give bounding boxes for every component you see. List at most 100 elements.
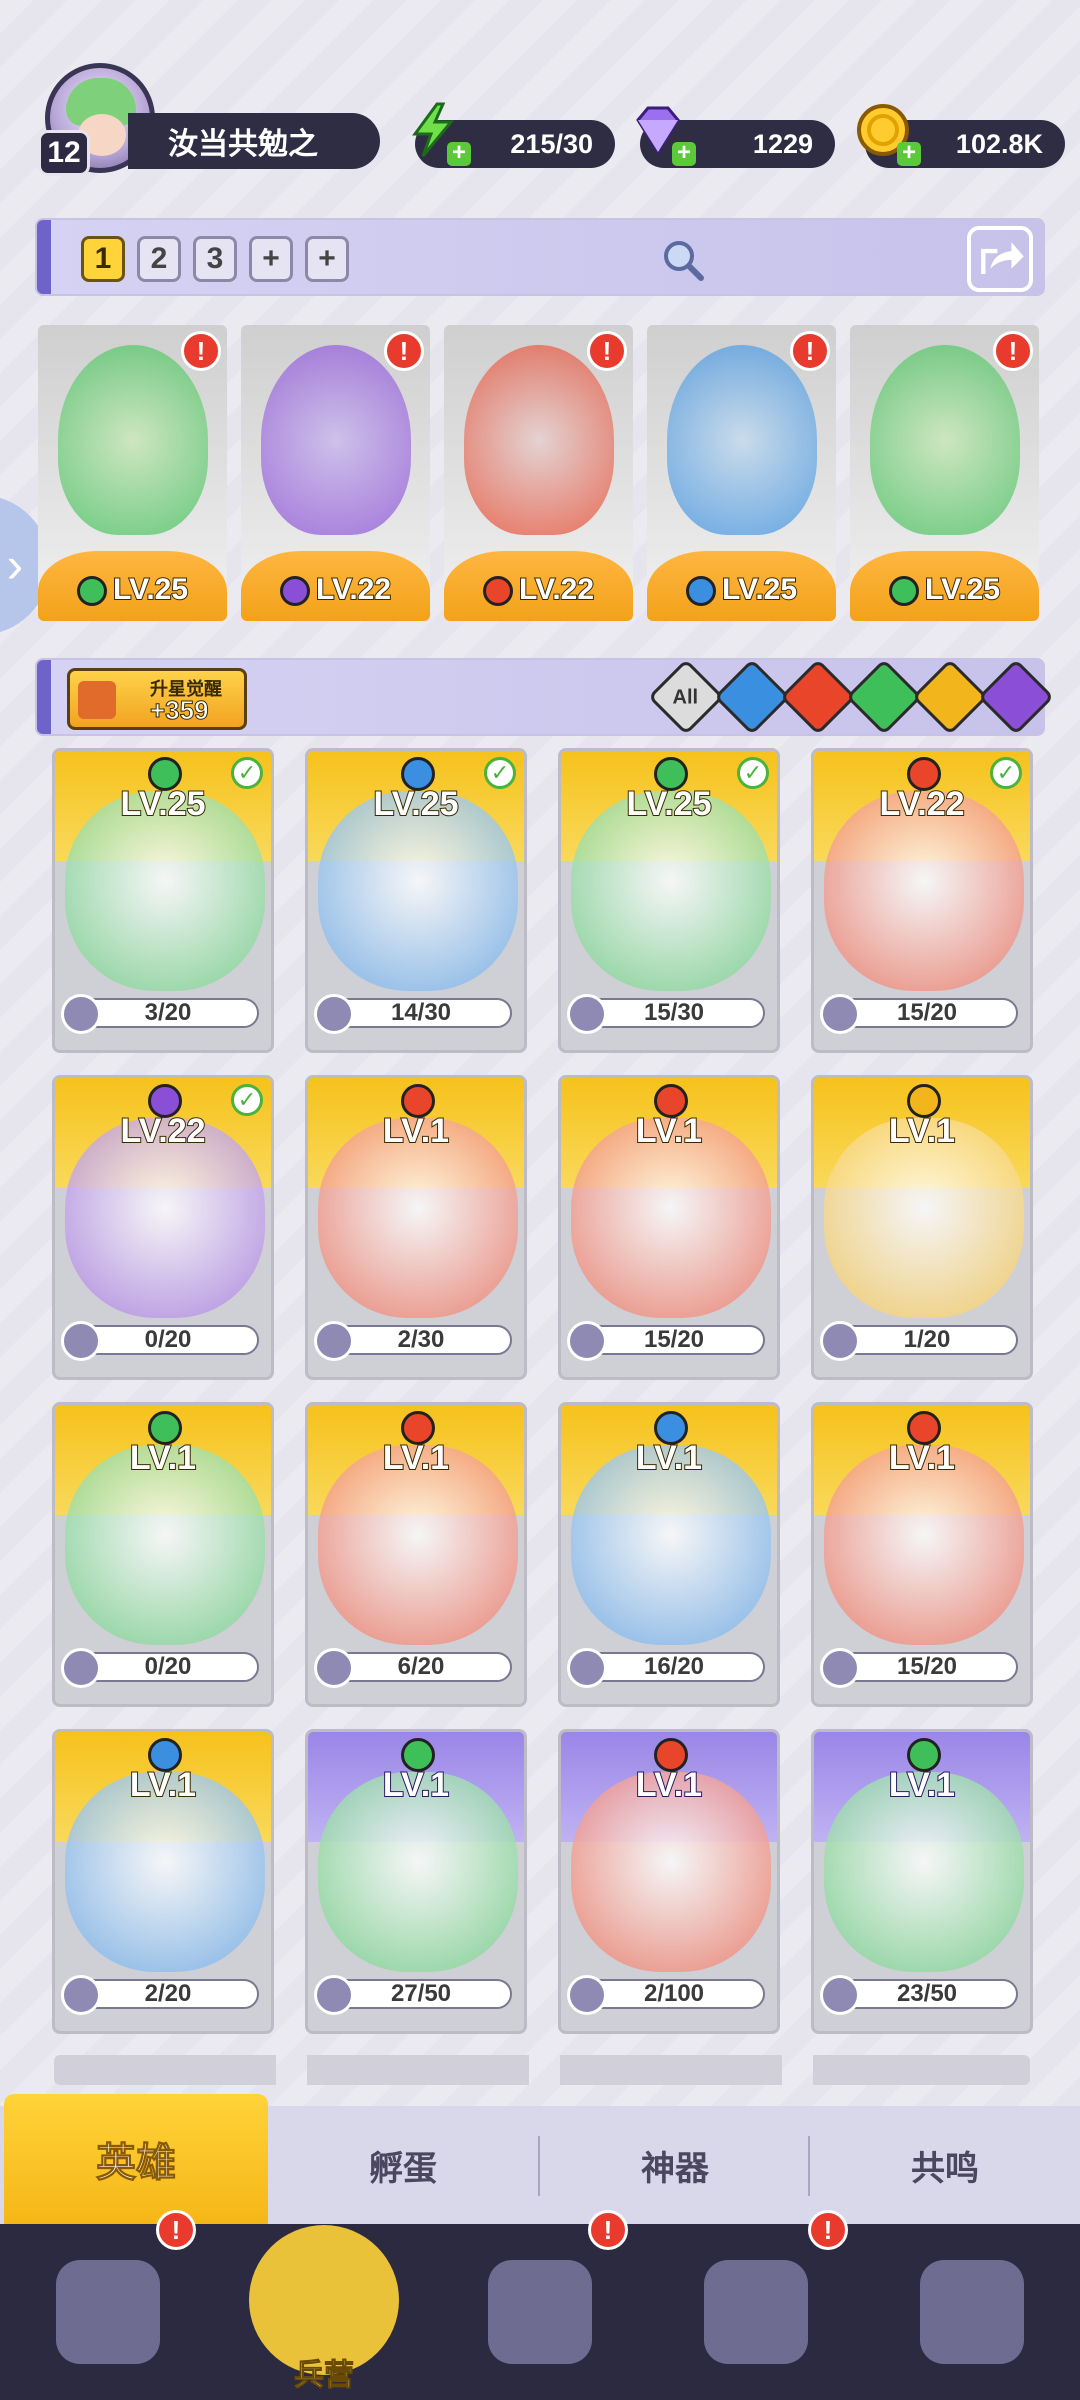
dark-element-icon [279, 576, 310, 607]
hero-card[interactable]: LV.1 1/20 [811, 1075, 1033, 1380]
team-add-button-2[interactable]: + [305, 236, 349, 282]
checkmark-icon: ✓ [484, 757, 516, 789]
nav-map[interactable]: ! [432, 2210, 648, 2400]
nav-shrine[interactable]: ! [648, 2210, 864, 2400]
shard-icon [61, 994, 101, 1034]
hero-card[interactable]: LV.25 ✓ 3/20 [52, 748, 274, 1053]
lineup-hero-card[interactable]: LV.22! [444, 325, 633, 621]
sub-tab-bar: 英雄 孵蛋 神器 共鸣 [0, 2094, 1080, 2224]
shard-icon [567, 1648, 607, 1688]
add-gems-icon[interactable]: + [672, 141, 696, 166]
hero-level: LV.25 [625, 784, 712, 824]
hero-card[interactable]: LV.1 15/20 [811, 1402, 1033, 1707]
map-book-icon [488, 2260, 592, 2364]
lineup-level-text: LV.25 [721, 572, 798, 607]
shard-icon [314, 994, 354, 1034]
hero-card[interactable]: LV.1 16/20 [558, 1402, 780, 1707]
hero-level: LV.1 [382, 1111, 450, 1151]
hero-card[interactable]: LV.1 2/30 [305, 1075, 527, 1380]
nav-cards[interactable]: ! [0, 2210, 216, 2400]
hero-portrait [870, 345, 1020, 535]
hero-portrait [261, 345, 411, 535]
filter-dark-icon[interactable] [977, 658, 1055, 736]
shard-progress: 3/20 [77, 998, 259, 1028]
hero-filter-bar: 升星觉醒 +359 All [35, 658, 1055, 736]
hero-card[interactable]: LV.1 15/20 [558, 1075, 780, 1380]
tab-resonance[interactable]: 共鸣 [810, 2106, 1080, 2224]
hero-card[interactable]: LV.25 ✓ 14/30 [305, 748, 527, 1053]
hero-level: LV.25 [372, 784, 459, 824]
add-energy-icon[interactable]: + [447, 141, 471, 166]
hero-card[interactable]: LV.1 6/20 [305, 1402, 527, 1707]
filter-all-button[interactable]: All [647, 658, 725, 736]
hero-card[interactable]: LV.22 ✓ 15/20 [811, 748, 1033, 1053]
fire-element-icon [482, 576, 513, 607]
hero-portrait [464, 345, 614, 535]
hero-level: LV.22 [241, 572, 430, 607]
hero-level: LV.1 [888, 1111, 956, 1151]
bar-edge [37, 660, 51, 734]
hero-level: LV.1 [129, 1765, 197, 1805]
hero-card[interactable]: LV.1 23/50 [811, 1729, 1033, 2034]
player-level-badge: 12 [38, 130, 90, 176]
shard-icon [61, 1975, 101, 2015]
filter-water-icon[interactable] [713, 658, 791, 736]
lineup-hero-card[interactable]: LV.25! [647, 325, 836, 621]
hero-card[interactable]: LV.1 0/20 [52, 1402, 274, 1707]
alert-icon: ! [993, 331, 1033, 371]
hero-card[interactable]: LV.1 27/50 [305, 1729, 527, 2034]
hero-card[interactable]: LV.1 2/100 [558, 1729, 780, 2034]
hero-card[interactable]: LV.25 ✓ 15/30 [558, 748, 780, 1053]
nav-barracks[interactable]: 兵营 [216, 2200, 432, 2400]
shard-progress: 6/20 [330, 1652, 512, 1682]
lineup-hero-card[interactable]: LV.25! [850, 325, 1039, 621]
filter-light-icon[interactable] [911, 658, 989, 736]
team-tab-2[interactable]: 2 [137, 236, 181, 282]
team-add-button-1[interactable]: + [249, 236, 293, 282]
alert-icon: ! [384, 331, 424, 371]
team-selector-bar: 1 2 3 + + [35, 218, 1045, 296]
nav-guild[interactable] [864, 2224, 1080, 2400]
alert-icon: ! [587, 331, 627, 371]
shard-icon [820, 1321, 860, 1361]
team-tab-1[interactable]: 1 [81, 236, 125, 282]
bar-edge [37, 220, 51, 294]
shard-progress: 23/50 [836, 1979, 1018, 2009]
alert-icon: ! [790, 331, 830, 371]
hero-card[interactable]: LV.1 2/20 [52, 1729, 274, 2034]
alert-icon: ! [808, 2210, 848, 2250]
wind-element-icon [76, 576, 107, 607]
hero-level: LV.1 [635, 1111, 703, 1151]
lineup-hero-card[interactable]: LV.22! [241, 325, 430, 621]
hero-level: LV.1 [382, 1765, 450, 1805]
coin-counter[interactable]: + 102.8K [857, 104, 1065, 168]
share-icon[interactable] [967, 226, 1033, 292]
shard-progress: 15/30 [583, 998, 765, 1028]
hero-level: LV.25 [119, 784, 206, 824]
hero-card[interactable]: LV.22 ✓ 0/20 [52, 1075, 274, 1380]
lineup-hero-card[interactable]: LV.25! [38, 325, 227, 621]
player-name[interactable]: 汝当共勉之 [128, 113, 380, 169]
gem-counter[interactable]: + 1229 [636, 106, 835, 168]
team-tab-3[interactable]: 3 [193, 236, 237, 282]
search-icon[interactable] [659, 236, 705, 282]
next-row-peek [54, 2055, 1030, 2085]
shard-progress: 16/20 [583, 1652, 765, 1682]
shard-progress: 0/20 [77, 1325, 259, 1355]
star-awaken-button[interactable]: 升星觉醒 +359 [67, 668, 247, 730]
tab-artifacts[interactable]: 神器 [540, 2106, 810, 2224]
hero-level: LV.25 [850, 572, 1039, 607]
filter-fire-icon[interactable] [779, 658, 857, 736]
hero-level: LV.25 [647, 572, 836, 607]
hero-level: LV.1 [635, 1438, 703, 1478]
energy-counter[interactable]: + 215/30 [412, 102, 615, 168]
filter-wind-icon[interactable] [845, 658, 923, 736]
hero-level: LV.22 [444, 572, 633, 607]
shrine-icon [704, 2260, 808, 2364]
hero-level: LV.1 [635, 1765, 703, 1805]
nav-barracks-label: 兵营 [294, 2359, 355, 2393]
checkmark-icon: ✓ [231, 1084, 263, 1116]
energy-value: 215/30 [510, 128, 593, 159]
hero-portrait [58, 345, 208, 535]
add-coins-icon[interactable]: + [897, 141, 921, 166]
